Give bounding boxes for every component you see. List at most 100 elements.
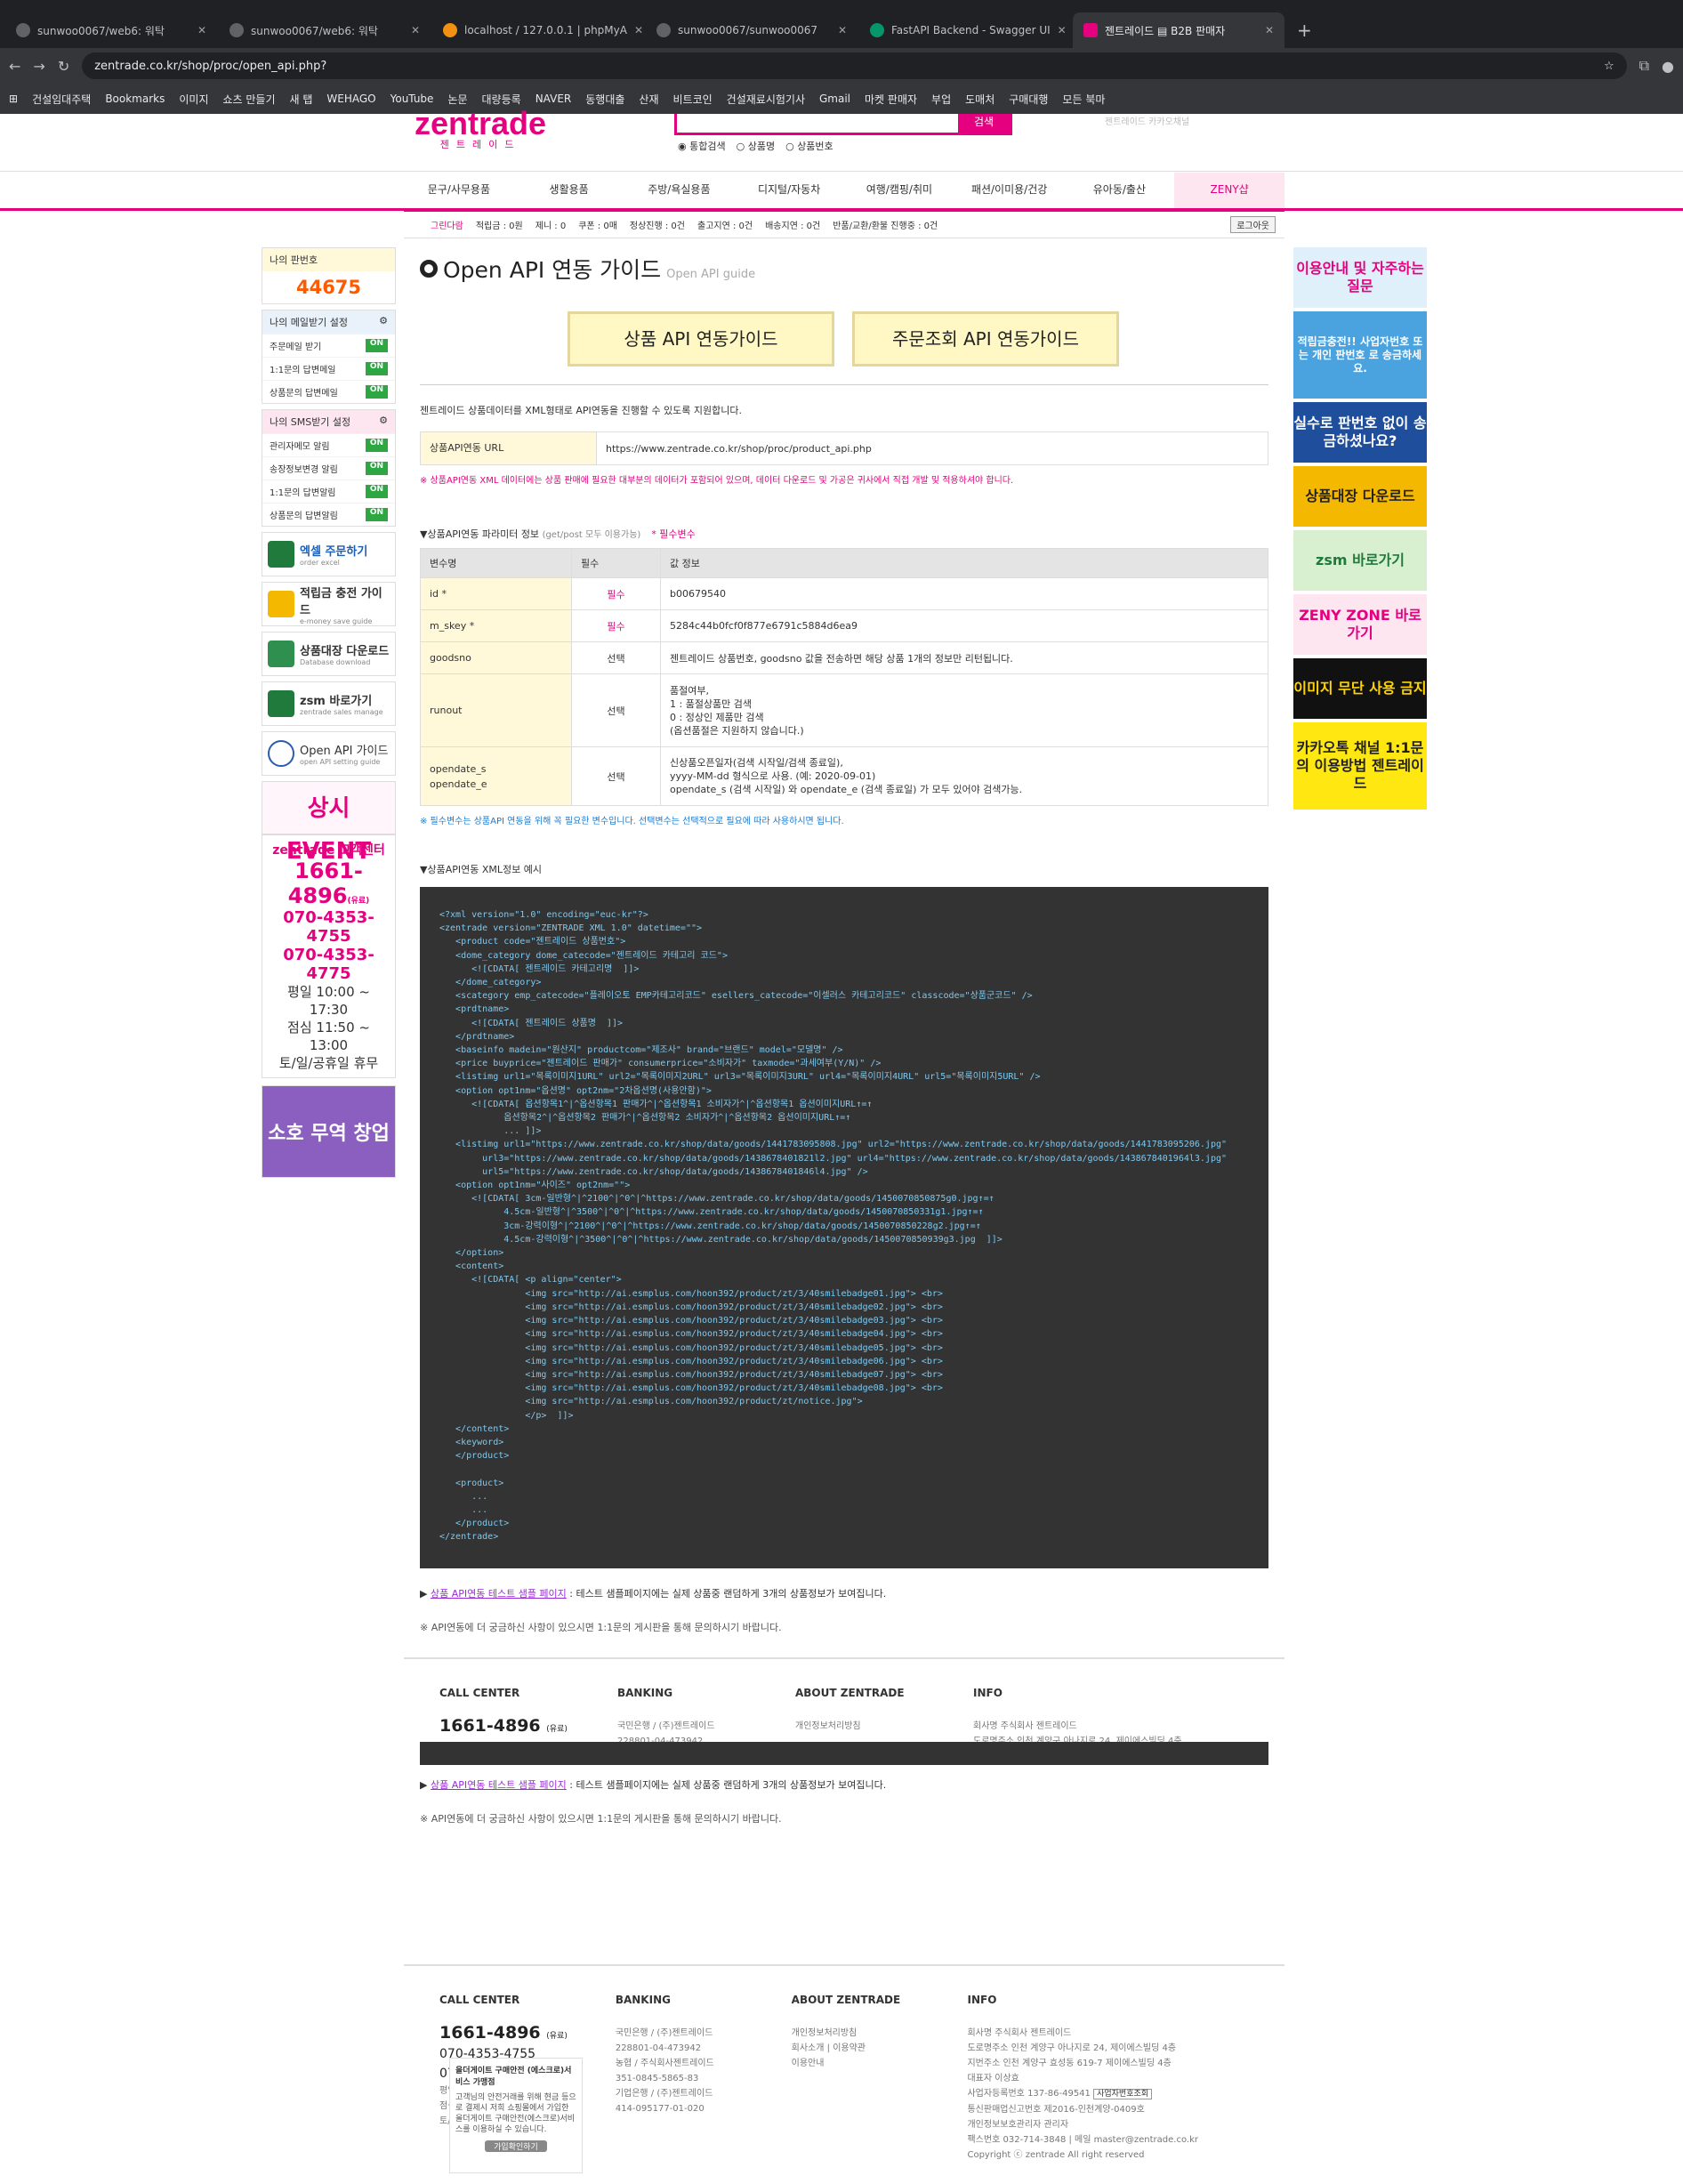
- nav-item-zeny[interactable]: ZENY샵: [1174, 173, 1284, 208]
- open-api-guide-button[interactable]: Open API 가이드 open API setting guide: [262, 731, 396, 776]
- faq-banner[interactable]: 이용안내 및 자주하는 질문: [1293, 247, 1427, 308]
- forward-icon[interactable]: →: [33, 58, 44, 75]
- browser-tab-active[interactable]: 젠트레이드 ▤ B2B 판매자 ✕: [1073, 12, 1284, 48]
- toggle-on[interactable]: ON: [365, 385, 388, 399]
- close-icon[interactable]: ✕: [838, 24, 847, 36]
- event-banner[interactable]: 상시EVENT: [262, 781, 396, 865]
- footer-link[interactable]: 이용안내: [792, 2056, 968, 2071]
- status-item[interactable]: 쿠폰 : 0매: [578, 218, 617, 231]
- kakao-channel-link[interactable]: 젠트레이드 카카오채널: [1105, 114, 1189, 127]
- browser-tab[interactable]: sunwoo0067/sunwoo0067 ✕: [646, 12, 858, 48]
- browser-tab[interactable]: sunwoo0067/web6: 워탁 ✕: [219, 12, 431, 48]
- star-icon[interactable]: ☆: [1604, 60, 1615, 73]
- profile-icon[interactable]: ●: [1662, 58, 1674, 75]
- search-input[interactable]: 검색: [674, 114, 1012, 135]
- search-button[interactable]: 검색: [958, 114, 1010, 133]
- bookmark-item[interactable]: 동행대출: [585, 92, 624, 107]
- bookmark-item[interactable]: 건설재료시험기사: [727, 92, 805, 107]
- sample-page-link[interactable]: 상품 API연동 테스트 샘플 페이지: [431, 1588, 567, 1600]
- bookmark-item[interactable]: 건설임대주택: [32, 92, 91, 107]
- close-icon[interactable]: ✕: [197, 24, 206, 36]
- zsm-button[interactable]: zsm 바로가기 zentrade sales manage: [262, 681, 396, 726]
- toggle-on[interactable]: ON: [365, 508, 388, 521]
- close-icon[interactable]: ✕: [411, 24, 420, 36]
- footer-link[interactable]: 이용약관: [833, 2043, 866, 2053]
- status-item[interactable]: 제니 : 0: [536, 218, 567, 231]
- kakao-channel-banner[interactable]: 카카오톡 채널 1:1문의 이용방법 젠트레이드: [1293, 722, 1427, 810]
- close-icon[interactable]: ✕: [1265, 24, 1274, 36]
- gear-icon[interactable]: ⚙: [379, 315, 388, 326]
- bookmark-item[interactable]: 구매대행: [1009, 92, 1048, 107]
- status-item[interactable]: 배송지연 : 0건: [765, 218, 820, 231]
- bookmark-item[interactable]: 비트코인: [673, 92, 713, 107]
- wrong-transfer-banner[interactable]: 실수로 판번호 없이 송금하셨나요?: [1293, 402, 1427, 463]
- nav-item[interactable]: 생활용품: [514, 173, 624, 208]
- order-api-guide-button[interactable]: 주문조회 API 연동가이드: [852, 311, 1119, 367]
- site-logo[interactable]: zentrade 젠트레이드: [415, 105, 546, 151]
- sample-page-link[interactable]: 상품 API연동 테스트 샘플 페이지: [431, 1779, 567, 1791]
- emoney-guide-button[interactable]: 적립금 충전 가이드 e-money save guide: [262, 582, 396, 626]
- toggle-on[interactable]: ON: [365, 462, 388, 475]
- soho-trade-banner[interactable]: 소호 무역 창업: [262, 1085, 396, 1178]
- close-icon[interactable]: ✕: [1058, 24, 1067, 36]
- emoney-banner[interactable]: 적립금충전!! 사업자번호 또는 개인 판번호 로 송금하세요.: [1293, 311, 1427, 399]
- status-item[interactable]: 출고지연 : 0건: [697, 218, 753, 231]
- radio-name[interactable]: ○ 상품명: [737, 139, 775, 153]
- status-item[interactable]: 정상진행 : 0건: [630, 218, 685, 231]
- escrow-confirm-button[interactable]: 가입확인하기: [485, 2140, 547, 2152]
- gear-icon[interactable]: ⚙: [379, 415, 388, 426]
- close-icon[interactable]: ✕: [634, 24, 643, 36]
- apps-icon[interactable]: ⊞: [9, 93, 18, 105]
- toggle-on[interactable]: ON: [365, 439, 388, 452]
- bookmark-item[interactable]: 논문: [447, 92, 467, 107]
- bookmark-item[interactable]: 마켓 판매자: [865, 92, 917, 107]
- bookmark-item[interactable]: 모든 북마: [1062, 92, 1105, 107]
- database-download-button[interactable]: 상품대장 다운로드 Database download: [262, 632, 396, 676]
- browser-tab[interactable]: sunwoo0067/web6: 워탁 ✕: [5, 12, 217, 48]
- footer-link[interactable]: 회사소개: [792, 2043, 825, 2053]
- toggle-on[interactable]: ON: [365, 362, 388, 375]
- bookmark-item[interactable]: NAVER: [536, 93, 572, 105]
- radio-number[interactable]: ○ 상품번호: [785, 139, 833, 153]
- bookmark-item[interactable]: 산재: [639, 92, 658, 107]
- browser-tab[interactable]: localhost / 127.0.0.1 | phpMyA ✕: [432, 12, 644, 48]
- nav-item[interactable]: 여행/캠핑/취미: [844, 173, 954, 208]
- seller-number-box: 나의 판번호 44675: [262, 247, 396, 304]
- extensions-icon[interactable]: ⧉: [1639, 57, 1649, 75]
- image-warning-banner[interactable]: 이미지 무단 사용 금지: [1293, 658, 1427, 719]
- bookmark-item[interactable]: WEHAGO: [326, 93, 375, 105]
- bookmark-item[interactable]: Bookmarks: [105, 93, 165, 105]
- bookmark-item[interactable]: 도매처: [965, 92, 994, 107]
- database-banner[interactable]: 상품대장 다운로드: [1293, 466, 1427, 527]
- toggle-on[interactable]: ON: [365, 339, 388, 352]
- bookmark-item[interactable]: 쇼츠 만들기: [222, 92, 275, 107]
- business-lookup-button[interactable]: 사업자번호조회: [1093, 2089, 1153, 2099]
- bookmark-item[interactable]: 이미지: [179, 92, 208, 107]
- nav-item[interactable]: 유아동/출산: [1065, 173, 1175, 208]
- toggle-on[interactable]: ON: [365, 485, 388, 498]
- nav-item[interactable]: 패션/이미용/건강: [954, 173, 1065, 208]
- product-api-guide-button[interactable]: 상품 API 연동가이드: [568, 311, 834, 367]
- zeny-zone-banner[interactable]: ZENY ZONE 바로가기: [1293, 594, 1427, 655]
- url-bar[interactable]: zentrade.co.kr/shop/proc/open_api.php? ☆: [82, 52, 1627, 79]
- footer-link[interactable]: 개인정보처리방침: [792, 2026, 968, 2041]
- bookmark-item[interactable]: 부업: [931, 92, 951, 107]
- bookmark-item[interactable]: YouTube: [391, 93, 434, 105]
- reload-icon[interactable]: ↻: [58, 58, 69, 75]
- nav-item[interactable]: 주방/욕실용품: [624, 173, 735, 208]
- excel-order-button[interactable]: 엑셀 주문하기 order excel: [262, 532, 396, 576]
- zsm-banner[interactable]: zsm 바로가기: [1293, 530, 1427, 591]
- new-tab-button[interactable]: +: [1286, 12, 1323, 48]
- browser-tab[interactable]: FastAPI Backend - Swagger UI ✕: [859, 12, 1071, 48]
- bookmark-item[interactable]: 새 탭: [290, 92, 313, 107]
- radio-all[interactable]: ◉ 통합검색: [678, 139, 726, 153]
- nav-item[interactable]: 디지털/자동차: [734, 173, 844, 208]
- status-item[interactable]: 반품/교환/환불 진행중 : 0건: [833, 218, 938, 231]
- footer-link[interactable]: 개인정보처리방침: [795, 1719, 973, 1734]
- logout-button[interactable]: 로그아웃: [1230, 216, 1276, 233]
- nav-item[interactable]: 문구/사무용품: [404, 173, 514, 208]
- bookmark-item[interactable]: 대량등록: [482, 92, 521, 107]
- back-icon[interactable]: ←: [9, 58, 20, 75]
- bookmark-item[interactable]: Gmail: [819, 93, 850, 105]
- status-item[interactable]: 적립금 : 0원: [476, 218, 523, 231]
